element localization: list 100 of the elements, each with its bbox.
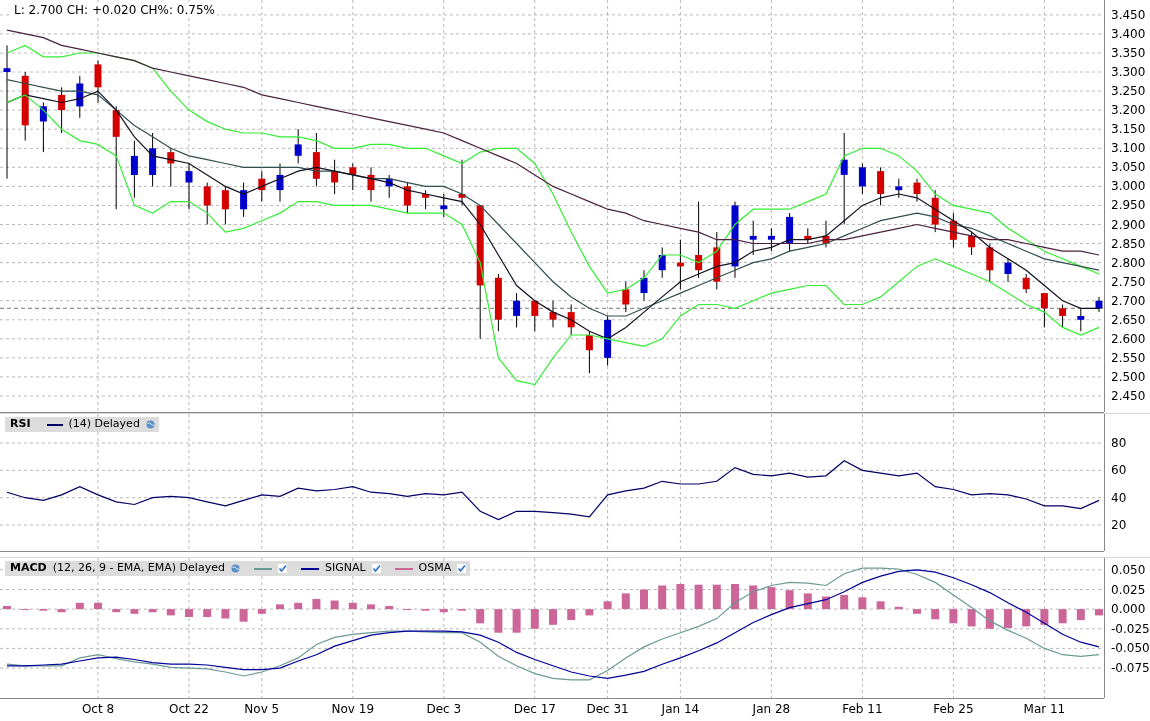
candlestick (367, 166, 375, 203)
price-readout: L: 2.700 CH: +0.020 CH%: 0.75% (12, 2, 217, 18)
axis-label: 3.150 (1111, 122, 1146, 137)
legend-label: OSMA (418, 560, 452, 577)
axis-label: 3.200 (1111, 103, 1146, 118)
histogram-bar (840, 595, 849, 610)
candlestick (185, 163, 193, 210)
axis-label: 2.450 (1111, 389, 1146, 403)
axis-label: 2.850 (1111, 236, 1146, 251)
candlestick (513, 292, 521, 328)
candlestick (931, 189, 939, 233)
candlestick (986, 243, 994, 283)
histogram-bar (203, 609, 212, 617)
histogram-bar (640, 589, 648, 610)
histogram-bar (512, 609, 521, 633)
candlestick (403, 182, 411, 214)
axis-label: -0.075 (1111, 661, 1150, 676)
histogram-bar (549, 609, 557, 625)
axis-label: Nov 5 (244, 702, 280, 716)
globe-icon[interactable] (230, 564, 240, 573)
axis-label: -0.025 (1111, 621, 1150, 636)
axis-label: 20 (1111, 518, 1127, 532)
histogram-bar (3, 606, 11, 610)
histogram-bar (694, 584, 703, 610)
histogram-bar (1040, 609, 1049, 625)
axis-label: 3.250 (1111, 84, 1146, 99)
indicator-parameters: (12, 26, 9 - EMA, EMA) Delayed (52, 560, 225, 577)
candlestick (1095, 296, 1103, 313)
candlestick (877, 166, 885, 206)
histogram-bar (785, 590, 794, 610)
candlestick (822, 220, 830, 248)
candlestick (422, 189, 430, 210)
histogram-bar (567, 609, 576, 621)
indicator-name: MACD (10, 560, 47, 577)
axis-label: 80 (1111, 436, 1127, 450)
histogram-bar (621, 593, 630, 610)
candlestick (440, 193, 448, 218)
candlestick (458, 159, 466, 206)
axis-label: 3.300 (1111, 65, 1146, 79)
legend-line-swatch (300, 567, 319, 570)
legend-line-swatch (46, 423, 63, 426)
histogram-bar (330, 600, 339, 610)
axis-label: 60 (1111, 463, 1127, 478)
axis-label: -0.050 (1111, 641, 1150, 656)
histogram-bar (858, 597, 867, 610)
axis-label: Feb 25 (933, 702, 974, 716)
axis-label: Jan 14 (661, 702, 700, 716)
axis-label: 3.400 (1111, 26, 1146, 41)
axis-label: 40 (1111, 490, 1127, 505)
candlestick (331, 159, 339, 195)
legend-line-swatch (253, 567, 272, 570)
axis-label: 3.050 (1111, 160, 1146, 175)
histogram-bar (57, 609, 66, 613)
axis-label: 0.050 (1111, 562, 1146, 577)
candlestick (658, 246, 666, 279)
candlestick (968, 231, 976, 256)
histogram-bar (148, 609, 157, 613)
legend-label: SIGNAL (324, 560, 366, 577)
axis-label: 2.650 (1111, 312, 1146, 327)
axis-label: Dec 3 (426, 702, 462, 716)
candlestick (749, 220, 757, 256)
axis-label: Jan 28 (752, 702, 791, 716)
axis-label: 2.900 (1111, 217, 1146, 232)
axis-label: 2.500 (1111, 369, 1146, 384)
candlestick (895, 178, 903, 199)
histogram-bar (803, 593, 812, 610)
histogram-bar (931, 609, 940, 620)
candlestick (767, 227, 775, 252)
histogram-bar (112, 609, 121, 613)
histogram-bar (894, 606, 903, 610)
axis-label: 2.600 (1111, 331, 1146, 346)
legend-checkbox[interactable] (371, 564, 381, 573)
candlestick (913, 178, 921, 203)
candlestick (549, 300, 557, 328)
axis-label: 2.750 (1111, 274, 1146, 289)
candlestick (567, 304, 575, 336)
histogram-bar (221, 609, 230, 619)
candlestick (21, 71, 29, 142)
candlestick (640, 269, 648, 302)
histogram-bar (94, 602, 102, 610)
globe-icon[interactable] (145, 420, 155, 429)
histogram-bar (1004, 609, 1012, 628)
candlestick (804, 227, 812, 244)
histogram-bar (130, 609, 139, 614)
candlestick (76, 75, 84, 119)
candlestick (1040, 292, 1048, 328)
candlestick (276, 163, 284, 203)
candlestick (1059, 304, 1067, 328)
histogram-bar (348, 602, 357, 610)
axis-label: 2.950 (1111, 198, 1146, 213)
histogram-bar (239, 609, 248, 622)
histogram-bar (312, 598, 321, 610)
axis-label: 3.350 (1111, 46, 1146, 60)
candlestick (949, 212, 957, 248)
legend-checkbox[interactable] (457, 564, 467, 573)
candlestick (1077, 307, 1085, 332)
candlestick (39, 102, 47, 153)
candlestick (58, 86, 66, 134)
axis-label: Dec 31 (586, 702, 629, 716)
legend-checkbox[interactable] (277, 564, 287, 573)
